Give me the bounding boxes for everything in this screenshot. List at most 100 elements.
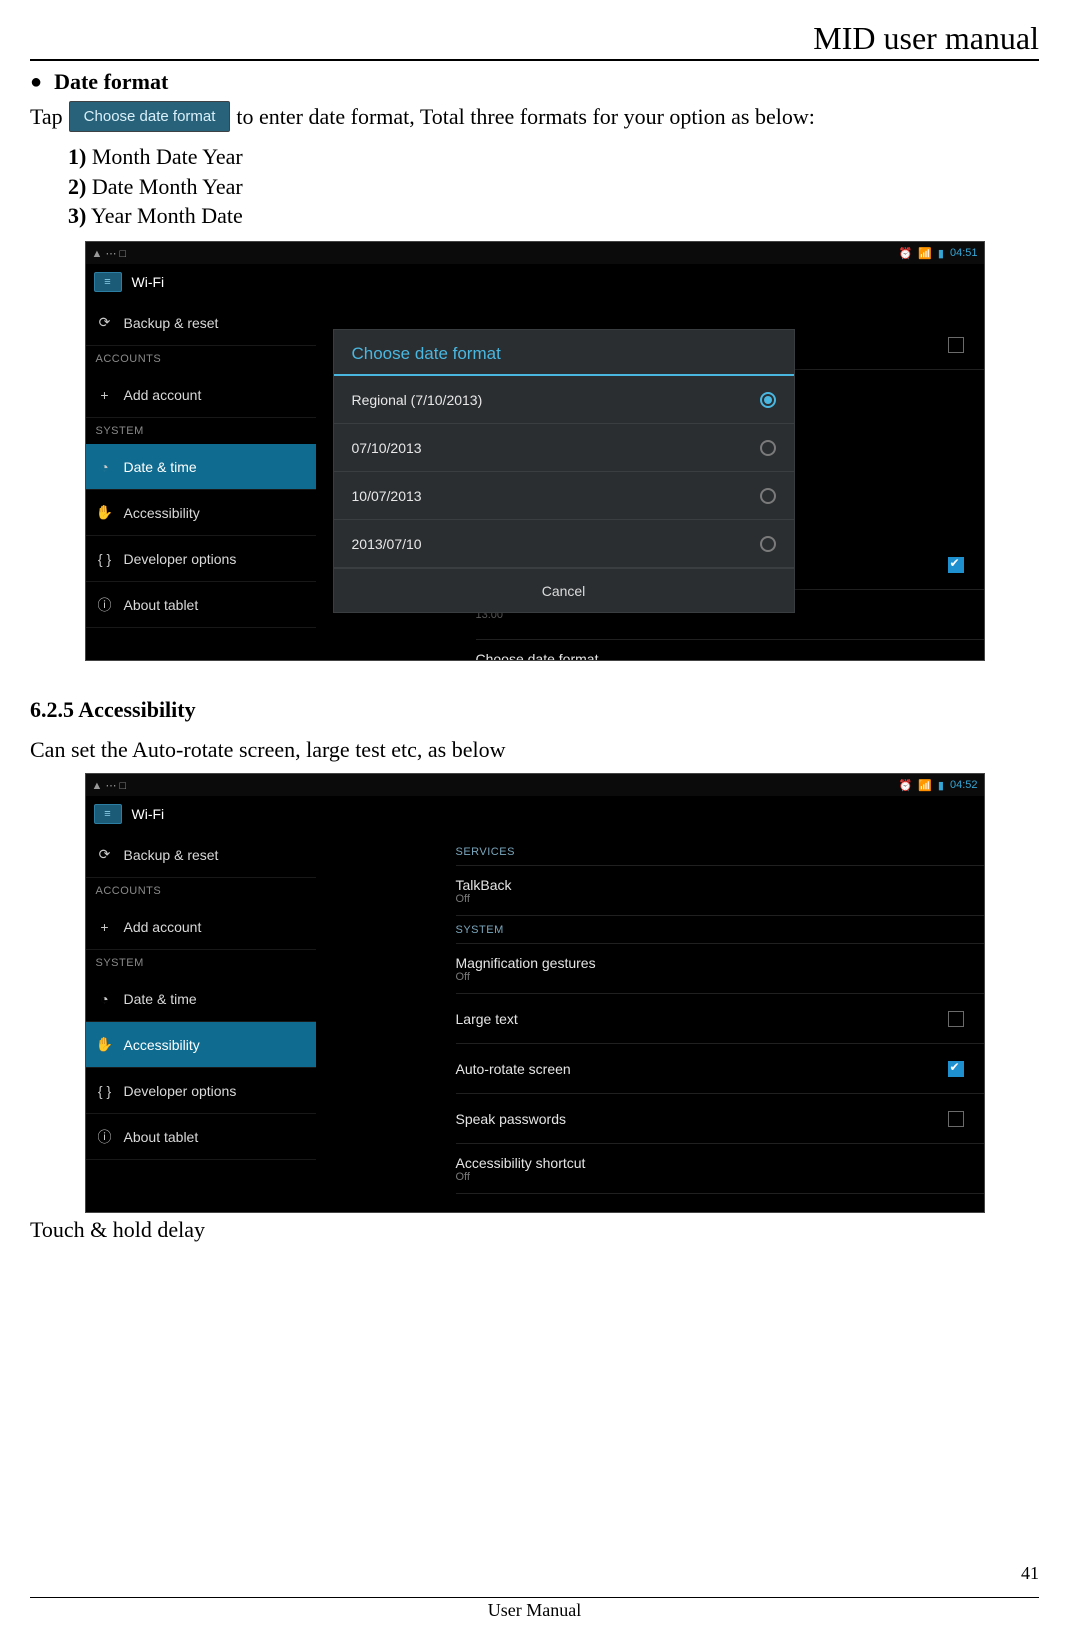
status-bar: ▲ ⋯ □ ⏰ 📶 ▮ 04:52 <box>86 774 984 796</box>
sidebar-icon: ⟳ <box>96 314 114 331</box>
battery-icon: ▮ <box>938 779 944 792</box>
tap-text-1: Tap <box>30 104 63 130</box>
sidebar-item-label: About tablet <box>124 1129 199 1145</box>
screenshot-date-format: ▲ ⋯ □ ⏰ 📶 ▮ 04:51 Wi-Fi ⟳ Backup & reset A… <box>85 241 985 661</box>
sidebar-item-label: Add account <box>124 919 202 935</box>
sidebar-item-label: Add account <box>124 387 202 403</box>
sidebar-category: SYSTEM <box>86 950 316 976</box>
battery-icon: ▮ <box>938 247 944 260</box>
radio-icon[interactable] <box>760 488 776 504</box>
list-item: 1) Month Date Year <box>68 142 1039 172</box>
sidebar-item-label: About tablet <box>124 597 199 613</box>
settings-toggle-icon[interactable] <box>94 804 122 824</box>
wifi-icon: 📶 <box>918 779 932 792</box>
screenshot-accessibility: ▲ ⋯ □ ⏰ 📶 ▮ 04:52 Wi-Fi ⟳Backup & reset A… <box>85 773 985 1213</box>
choose-date-format-button[interactable]: Choose date format <box>69 101 231 132</box>
dialog-cancel-button[interactable]: Cancel <box>334 568 794 612</box>
sidebar-icon: + <box>96 387 114 403</box>
category-services: SERVICES <box>456 838 984 866</box>
status-left-icons: ▲ ⋯ □ <box>92 779 127 792</box>
sidebar-item-label: Date & time <box>124 459 197 475</box>
sidebar-item[interactable]: ◔ Date & time <box>86 444 316 490</box>
settings-sidebar: ⟳Backup & reset ACCOUNTS +Add account SYSTE… <box>86 832 316 1212</box>
sidebar-icon: ⓘ <box>96 595 114 615</box>
sidebar-icon: ◔ <box>96 459 114 475</box>
heading-accessibility: 6.2.5 Accessibility <box>30 697 1039 723</box>
sidebar-icon: { } <box>96 551 114 567</box>
checkbox-icon[interactable] <box>948 1111 964 1127</box>
sidebar-category: SYSTEM <box>86 418 316 444</box>
wifi-icon: 📶 <box>918 247 932 260</box>
sidebar-item-label: SYSTEM <box>96 957 144 969</box>
sidebar-category: ACCOUNTS <box>86 878 316 904</box>
sidebar-item[interactable]: { }Developer options <box>86 536 316 582</box>
status-left-icons: ▲ ⋯ □ <box>92 247 127 260</box>
setting-row[interactable]: Speak passwords <box>456 1094 984 1144</box>
sidebar-item[interactable]: ⟳Backup & reset <box>86 832 316 878</box>
status-clock: 04:51 <box>950 247 978 259</box>
sidebar-item-label: Backup & reset <box>124 315 219 331</box>
accessibility-desc: Can set the Auto-rotate screen, large te… <box>30 737 1039 763</box>
choose-date-format-dialog: Choose date format Regional (7/10/2013) … <box>334 330 794 612</box>
sidebar-category: ACCOUNTS <box>86 346 316 372</box>
radio-icon[interactable] <box>760 536 776 552</box>
checkbox-icon[interactable] <box>948 1061 964 1077</box>
status-bar: ▲ ⋯ □ ⏰ 📶 ▮ 04:51 <box>86 242 984 264</box>
dialog-option[interactable]: 2013/07/10 <box>334 520 794 568</box>
setting-row[interactable]: Accessibility shortcutOff <box>456 1144 984 1194</box>
wifi-label: Wi-Fi <box>132 274 165 290</box>
doc-header: MID user manual <box>30 20 1039 61</box>
dialog-title: Choose date format <box>334 330 794 376</box>
sidebar-icon: { } <box>96 1083 114 1099</box>
alarm-icon: ⏰ <box>899 779 913 792</box>
dialog-option[interactable]: Regional (7/10/2013) <box>334 376 794 424</box>
setting-row-talkback[interactable]: TalkBack Off <box>456 866 984 916</box>
sidebar-item-label: SYSTEM <box>96 425 144 437</box>
sidebar-item[interactable]: ⓘ About tablet <box>86 1114 316 1160</box>
date-format-options-list: 1) Month Date Year 2) Date Month Year 3)… <box>68 142 1039 231</box>
checkbox-icon[interactable] <box>948 1011 964 1027</box>
setting-row[interactable]: Large text <box>456 994 984 1044</box>
radio-icon[interactable] <box>760 392 776 408</box>
sidebar-item-label: Accessibility <box>124 1037 200 1053</box>
sidebar-item[interactable]: + Add account <box>86 372 316 418</box>
heading-date-format: Date format <box>30 69 1039 95</box>
dialog-option[interactable]: 10/07/2013 <box>334 472 794 520</box>
radio-icon[interactable] <box>760 440 776 456</box>
settings-toggle-icon[interactable] <box>94 272 122 292</box>
list-item: 3) Year Month Date <box>68 201 1039 231</box>
status-clock: 04:52 <box>950 779 978 791</box>
sidebar-item-label: ACCOUNTS <box>96 885 162 897</box>
sidebar-icon: ◔ <box>96 991 114 1007</box>
touch-hold-delay-text: Touch & hold delay <box>30 1217 1039 1243</box>
sidebar-item[interactable]: { } Developer options <box>86 1068 316 1114</box>
sidebar-icon: ⓘ <box>96 1127 114 1147</box>
wifi-row[interactable]: Wi-Fi <box>86 264 984 300</box>
page-number: 41 <box>1021 1563 1039 1584</box>
sidebar-item-label: ACCOUNTS <box>96 353 162 365</box>
setting-row[interactable]: Magnification gesturesOff <box>456 944 984 994</box>
list-item: 2) Date Month Year <box>68 172 1039 202</box>
sidebar-item-label: Accessibility <box>124 505 200 521</box>
sidebar-item[interactable]: +Add account <box>86 904 316 950</box>
settings-sidebar: ⟳ Backup & reset ACCOUNTS + Add account SYSTE… <box>86 300 316 660</box>
alarm-icon: ⏰ <box>899 247 913 260</box>
sidebar-item[interactable]: ✋ Accessibility <box>86 490 316 536</box>
sidebar-item[interactable]: ✋ Accessibility <box>86 1022 316 1068</box>
sidebar-item-label: Date & time <box>124 991 197 1007</box>
sidebar-item-label: Developer options <box>124 1083 237 1099</box>
sidebar-item[interactable]: ⟳ Backup & reset <box>86 300 316 346</box>
tap-instruction: Tap Choose date format to enter date for… <box>30 101 1039 132</box>
page-footer: 41 User Manual <box>30 1597 1039 1621</box>
sidebar-item[interactable]: ⓘ About tablet <box>86 582 316 628</box>
checkbox-icon[interactable] <box>948 557 964 573</box>
sidebar-icon: ✋ <box>96 1036 114 1053</box>
sidebar-icon: ✋ <box>96 504 114 521</box>
sidebar-icon: ⟳ <box>96 846 114 863</box>
setting-row-choose-format[interactable]: Choose date format 12/31/2013 <box>476 640 984 661</box>
sidebar-item[interactable]: ◔ Date & time <box>86 976 316 1022</box>
dialog-option[interactable]: 07/10/2013 <box>334 424 794 472</box>
checkbox-icon[interactable] <box>948 337 964 353</box>
setting-row[interactable]: Auto-rotate screen <box>456 1044 984 1094</box>
wifi-row[interactable]: Wi-Fi <box>86 796 984 832</box>
